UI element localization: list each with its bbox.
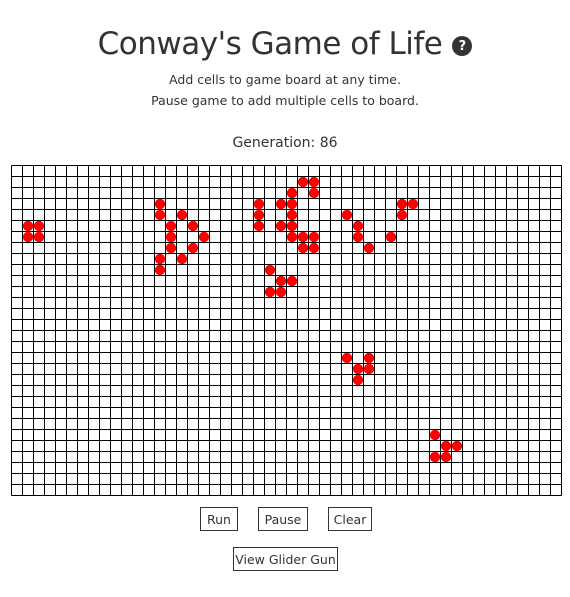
live-cell[interactable] xyxy=(363,363,375,375)
live-cell[interactable] xyxy=(396,198,408,210)
live-cell[interactable] xyxy=(33,231,45,243)
live-cell[interactable] xyxy=(253,198,265,210)
live-cell[interactable] xyxy=(165,242,177,254)
clear-button[interactable]: Clear xyxy=(328,507,372,531)
live-cell[interactable] xyxy=(352,374,364,386)
live-cell[interactable] xyxy=(154,209,166,221)
live-cell[interactable] xyxy=(264,264,276,276)
live-cell[interactable] xyxy=(198,231,210,243)
generation-counter: Generation: 86 xyxy=(232,135,338,151)
live-cell[interactable] xyxy=(297,176,309,188)
game-board[interactable] xyxy=(11,165,562,496)
live-cell[interactable] xyxy=(352,363,364,375)
live-cell[interactable] xyxy=(286,220,298,232)
live-cell[interactable] xyxy=(341,352,353,364)
live-cell[interactable] xyxy=(352,231,364,243)
live-cell[interactable] xyxy=(275,220,287,232)
live-cell[interactable] xyxy=(275,286,287,298)
live-cell[interactable] xyxy=(407,198,419,210)
instructions-line-1: Add cells to game board at any time. xyxy=(169,72,401,87)
pause-button[interactable]: Pause xyxy=(258,507,308,531)
live-cell[interactable] xyxy=(22,231,34,243)
live-cell[interactable] xyxy=(33,220,45,232)
live-cell[interactable] xyxy=(363,352,375,364)
live-cell[interactable] xyxy=(286,275,298,287)
live-cell[interactable] xyxy=(297,231,309,243)
grid-lines xyxy=(11,165,562,496)
live-cell[interactable] xyxy=(286,198,298,210)
page-title: Conway's Game of Life xyxy=(97,26,443,62)
live-cell[interactable] xyxy=(286,187,298,199)
title-row: Conway's Game of Life ? xyxy=(0,26,570,62)
live-cell[interactable] xyxy=(286,231,298,243)
live-cell[interactable] xyxy=(154,264,166,276)
live-cell[interactable] xyxy=(352,220,364,232)
live-cell[interactable] xyxy=(165,231,177,243)
live-cell[interactable] xyxy=(22,220,34,232)
live-cell[interactable] xyxy=(286,209,298,221)
live-cell[interactable] xyxy=(451,440,463,452)
live-cell[interactable] xyxy=(308,242,320,254)
live-cell[interactable] xyxy=(308,231,320,243)
live-cell[interactable] xyxy=(385,231,397,243)
live-cell[interactable] xyxy=(176,253,188,265)
live-cell[interactable] xyxy=(154,198,166,210)
live-cell[interactable] xyxy=(429,429,441,441)
live-cell[interactable] xyxy=(275,198,287,210)
live-cell[interactable] xyxy=(165,220,177,232)
live-cell[interactable] xyxy=(253,220,265,232)
view-glider-gun-button[interactable]: View Glider Gun xyxy=(233,547,338,571)
live-cell[interactable] xyxy=(363,242,375,254)
instructions-line-2: Pause game to add multiple cells to boar… xyxy=(151,93,419,108)
live-cell[interactable] xyxy=(264,286,276,298)
live-cell[interactable] xyxy=(176,209,188,221)
live-cell[interactable] xyxy=(275,275,287,287)
live-cell[interactable] xyxy=(308,176,320,188)
live-cell[interactable] xyxy=(253,209,265,221)
live-cell[interactable] xyxy=(440,440,452,452)
live-cell[interactable] xyxy=(308,187,320,199)
live-cell[interactable] xyxy=(429,451,441,463)
live-cell[interactable] xyxy=(187,242,199,254)
live-cell[interactable] xyxy=(341,209,353,221)
live-cell[interactable] xyxy=(440,451,452,463)
live-cell[interactable] xyxy=(396,209,408,221)
run-button[interactable]: Run xyxy=(200,507,238,531)
help-icon[interactable]: ? xyxy=(452,36,473,56)
live-cell[interactable] xyxy=(297,242,309,254)
live-cell[interactable] xyxy=(187,220,199,232)
live-cell[interactable] xyxy=(154,253,166,265)
